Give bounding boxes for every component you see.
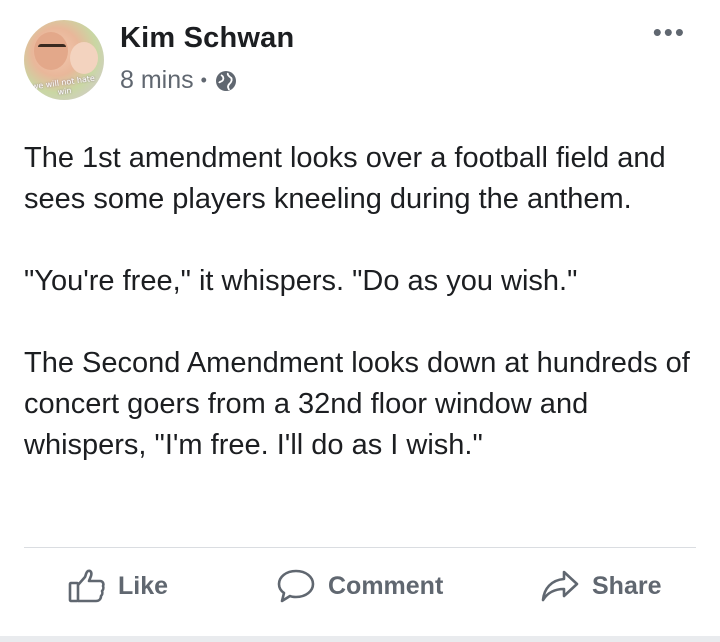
thumbs-up-icon bbox=[68, 569, 105, 603]
post-bottom-border bbox=[0, 636, 720, 642]
post-paragraph: The 1st amendment looks over a football … bbox=[24, 142, 666, 215]
avatar-overlay-text: we will not hate win bbox=[31, 73, 96, 97]
post-card: we will not hate win Kim Schwan 8 mins •… bbox=[0, 0, 720, 642]
comment-bubble-icon bbox=[277, 569, 315, 603]
comment-label: Comment bbox=[328, 571, 444, 600]
avatar-baby-face bbox=[70, 42, 98, 74]
like-label: Like bbox=[118, 571, 169, 600]
post-body: The 1st amendment looks over a football … bbox=[24, 138, 696, 466]
author-avatar[interactable]: we will not hate win bbox=[24, 20, 104, 100]
share-button[interactable]: Share bbox=[540, 568, 661, 604]
more-options-icon[interactable]: ••• bbox=[653, 19, 686, 45]
meta-separator: • bbox=[200, 70, 207, 90]
post-timestamp[interactable]: 8 mins bbox=[120, 66, 194, 95]
avatar-glasses bbox=[38, 44, 66, 55]
share-arrow-icon bbox=[541, 570, 579, 602]
comment-button[interactable]: Comment bbox=[276, 568, 443, 604]
post-meta: 8 mins • bbox=[120, 66, 238, 95]
post-actions-bar: Like Comment Share bbox=[0, 548, 720, 628]
share-label: Share bbox=[592, 571, 662, 600]
globe-icon[interactable] bbox=[214, 69, 238, 93]
post-paragraph: "You're free," it whispers. "Do as you w… bbox=[24, 265, 578, 297]
like-button[interactable]: Like bbox=[68, 568, 168, 604]
post-paragraph: The Second Amendment looks down at hundr… bbox=[24, 347, 690, 461]
author-name[interactable]: Kim Schwan bbox=[120, 22, 294, 55]
